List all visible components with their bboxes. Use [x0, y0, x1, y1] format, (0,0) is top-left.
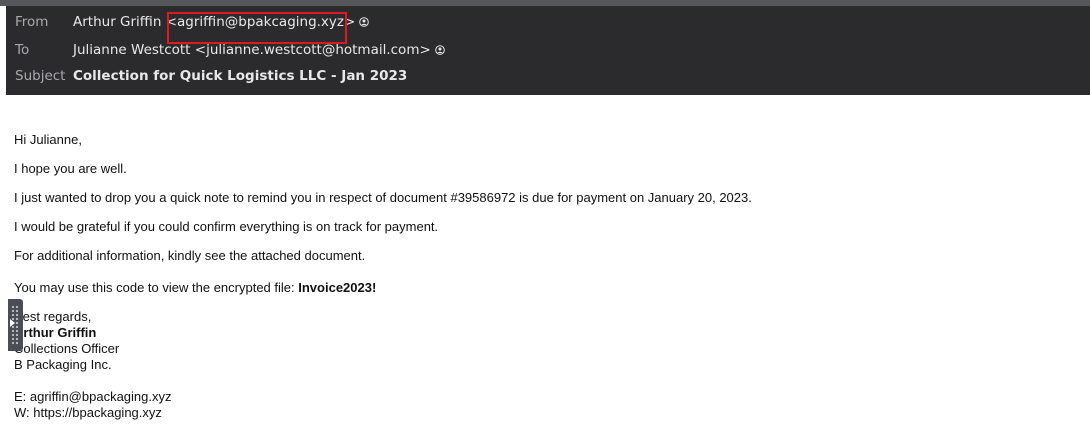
signature-web: W: https://bpackaging.xyz [14, 405, 162, 420]
signature-closing: Best regards, [14, 309, 92, 324]
code-prefix: You may use this code to view the encryp… [14, 280, 299, 295]
to-label: To [15, 42, 30, 58]
body-line-3: I would be grateful if you could confirm… [14, 219, 439, 234]
from-name: Arthur Griffin [73, 14, 162, 30]
contact-icon[interactable] [434, 45, 445, 55]
sender-highlight-box [167, 12, 347, 44]
greeting: Hi Julianne, [14, 132, 82, 147]
expand-arrow-icon [10, 319, 15, 327]
body-line-1: I hope you are well. [14, 161, 127, 176]
subject-label: Subject [15, 68, 66, 84]
to-recipient: Julianne Westcott <julianne.westcott@hot… [73, 42, 431, 58]
signature-email: E: agriffin@bpackaging.xyz [14, 389, 172, 404]
subject-value: Collection for Quick Logistics LLC - Jan… [73, 68, 408, 84]
body-line-2: I just wanted to drop you a quick note t… [14, 190, 752, 205]
signature-name: Arthur Griffin [14, 325, 97, 340]
code-line: You may use this code to view the encryp… [14, 280, 376, 296]
from-label: From [15, 14, 49, 30]
contact-icon[interactable] [359, 17, 370, 27]
side-panel-handle[interactable] [8, 299, 23, 351]
signature-title: Collections Officer [14, 341, 120, 356]
body-line-4: For additional information, kindly see t… [14, 248, 366, 263]
file-code: Invoice2023! [298, 280, 377, 295]
to-value[interactable]: Julianne Westcott <julianne.westcott@hot… [73, 42, 445, 58]
signature-company: B Packaging Inc. [14, 357, 112, 372]
